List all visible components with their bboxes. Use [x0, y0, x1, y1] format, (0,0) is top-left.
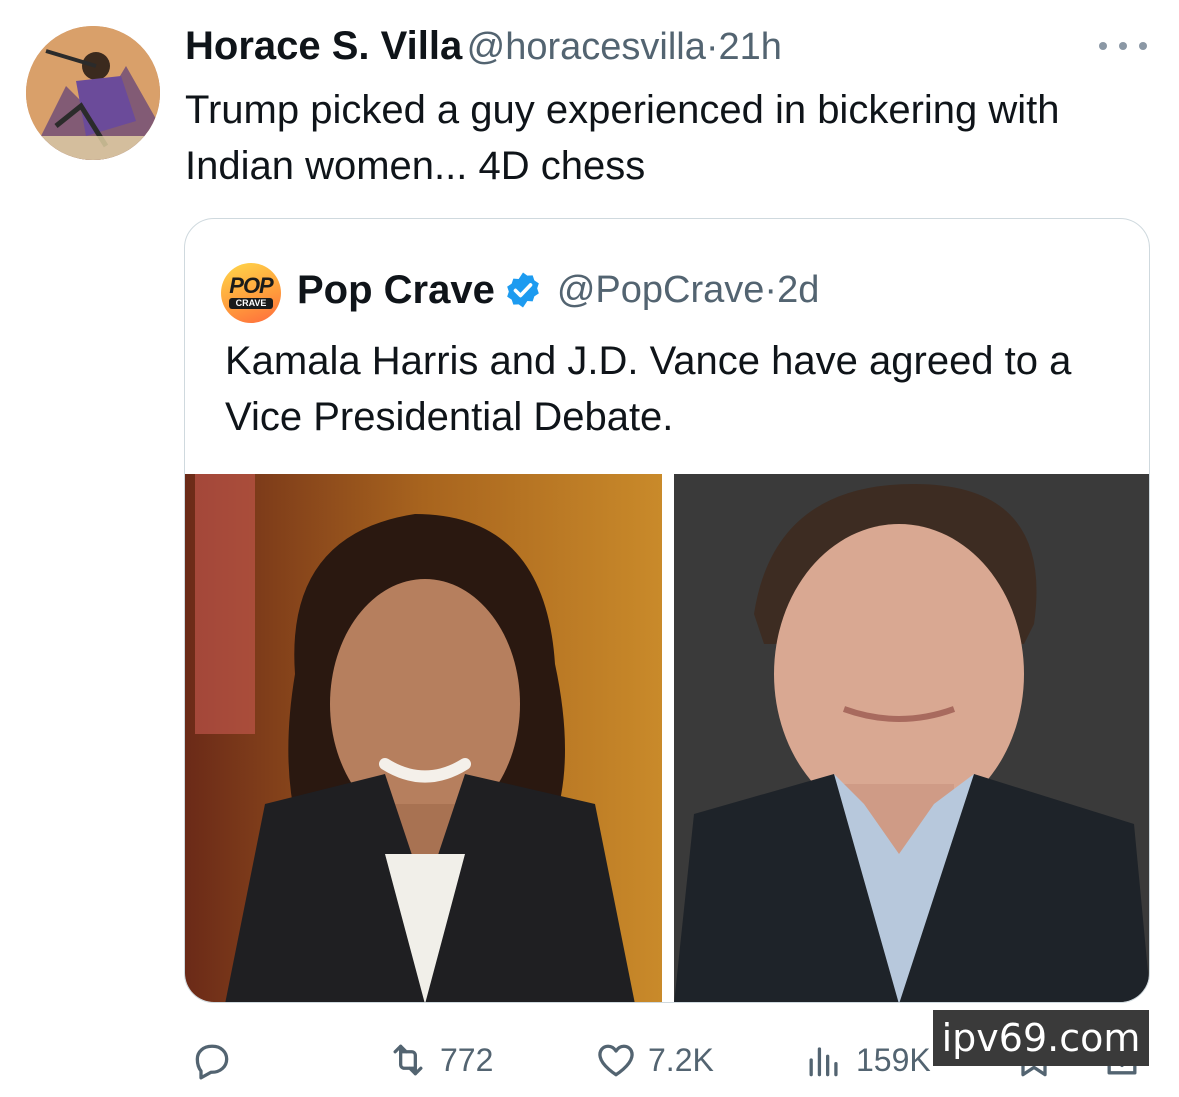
- watermark-overlay: ipv69.com: [933, 1010, 1149, 1066]
- retweet-count: 772: [440, 1041, 494, 1078]
- quoted-author-handle[interactable]: @PopCrave: [557, 269, 765, 312]
- quoted-tweet-card[interactable]: POP CRAVE Pop Crave @PopCrave · 2d Kamala …: [184, 218, 1150, 1003]
- photo-portrait-woman-icon: [185, 474, 662, 1002]
- separator-dot: ·: [705, 26, 719, 68]
- quoted-author-avatar[interactable]: POP CRAVE: [221, 263, 281, 323]
- photo-portrait-man-icon: [674, 474, 1149, 1002]
- quoted-tweet-time[interactable]: 2d: [777, 269, 819, 312]
- views-count: 159K: [856, 1041, 931, 1078]
- tweet-time[interactable]: 21h: [719, 26, 782, 68]
- retweet-icon: [393, 1044, 423, 1076]
- like-button[interactable]: 7.2K: [594, 1038, 714, 1082]
- tweet-header: Horace S. Villa @horacesvilla·21h: [185, 24, 1153, 72]
- more-options-icon[interactable]: [1099, 34, 1147, 58]
- tweet-text: Trump picked a guy experienced in bicker…: [185, 88, 1060, 188]
- popcrave-logo-bottom: CRAVE: [229, 298, 273, 309]
- avatar-comic-art-icon: [26, 26, 160, 160]
- retweet-button[interactable]: 772: [386, 1038, 493, 1082]
- author-handle[interactable]: @horacesvilla: [467, 26, 706, 68]
- reply-icon: [195, 1044, 229, 1080]
- media-photo-left[interactable]: [185, 474, 662, 1002]
- like-count: 7.2K: [648, 1041, 714, 1078]
- quoted-tweet-media: [185, 474, 1149, 1002]
- quoted-tweet-header: Pop Crave @PopCrave · 2d: [297, 265, 819, 315]
- media-photo-right[interactable]: [674, 474, 1149, 1002]
- popcrave-logo-top: POP: [229, 273, 273, 298]
- quoted-tweet-text: Kamala Harris and J.D. Vance have agreed…: [225, 339, 1072, 439]
- heart-icon: [598, 1044, 634, 1077]
- author-name[interactable]: Horace S. Villa: [185, 24, 462, 68]
- quoted-separator-dot: ·: [764, 268, 778, 311]
- author-avatar[interactable]: [26, 26, 160, 160]
- quoted-author-name[interactable]: Pop Crave: [297, 268, 495, 313]
- reply-button[interactable]: [190, 1038, 244, 1082]
- views-chart-icon: [809, 1047, 838, 1077]
- verified-badge-icon: [507, 272, 539, 308]
- views-button[interactable]: 159K: [802, 1038, 931, 1082]
